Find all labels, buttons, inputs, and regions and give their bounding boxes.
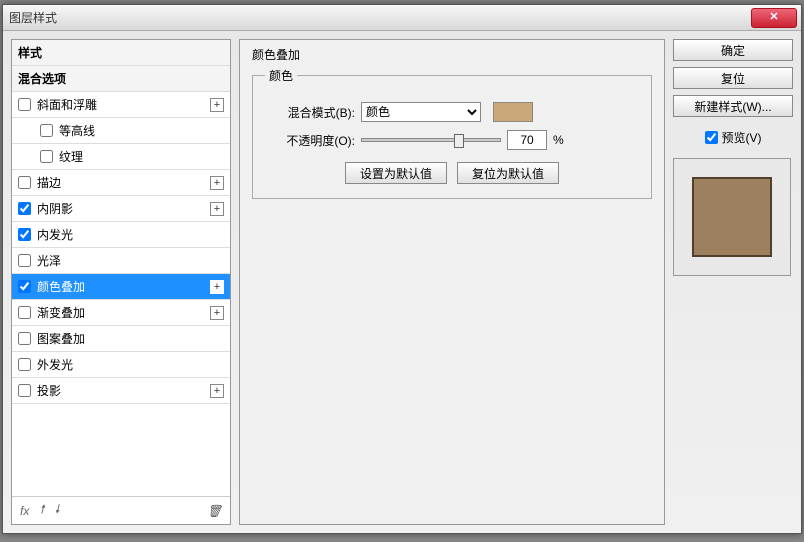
style-item-9[interactable]: 图案叠加	[12, 326, 230, 352]
preview-box	[673, 158, 791, 276]
content-area: 样式 混合选项 斜面和浮雕+等高线纹理描边+内阴影+内发光光泽颜色叠加+渐变叠加…	[3, 31, 801, 533]
opacity-slider[interactable]	[361, 138, 501, 142]
style-item-10[interactable]: 外发光	[12, 352, 230, 378]
style-item-7[interactable]: 颜色叠加+	[12, 274, 230, 300]
color-fieldset: 颜色 混合模式(B): 颜色 不透明度(O): % 设置为默认值 复位为默认值	[252, 67, 652, 199]
style-checkbox[interactable]	[18, 254, 31, 267]
default-buttons: 设置为默认值 复位为默认值	[265, 162, 639, 184]
styles-header[interactable]: 样式	[12, 40, 230, 66]
percent-label: %	[553, 133, 564, 147]
titlebar[interactable]: 图层样式 ✕	[3, 5, 801, 31]
style-checkbox[interactable]	[18, 332, 31, 345]
move-down-icon[interactable]: 🠗	[55, 500, 60, 521]
expand-icon[interactable]: +	[210, 384, 224, 398]
action-panel: 确定 复位 新建样式(W)... 预览(V)	[673, 39, 793, 525]
style-checkbox[interactable]	[18, 306, 31, 319]
style-checkbox[interactable]	[40, 150, 53, 163]
ok-button[interactable]: 确定	[673, 39, 793, 61]
style-checkbox[interactable]	[18, 384, 31, 397]
style-label: 渐变叠加	[37, 304, 210, 321]
style-item-0[interactable]: 斜面和浮雕+	[12, 92, 230, 118]
style-item-5[interactable]: 内发光	[12, 222, 230, 248]
style-item-2[interactable]: 纹理	[12, 144, 230, 170]
style-item-4[interactable]: 内阴影+	[12, 196, 230, 222]
blend-mode-row: 混合模式(B): 颜色	[265, 102, 639, 122]
blend-mode-select[interactable]: 颜色	[361, 102, 481, 122]
window-title: 图层样式	[9, 9, 751, 26]
preview-label: 预览(V)	[722, 129, 762, 146]
reset-default-button[interactable]: 复位为默认值	[457, 162, 559, 184]
settings-panel: 颜色叠加 颜色 混合模式(B): 颜色 不透明度(O): % 设置为默认值 复位…	[239, 39, 665, 525]
expand-icon[interactable]: +	[210, 306, 224, 320]
style-checkbox[interactable]	[18, 176, 31, 189]
color-swatch[interactable]	[493, 102, 533, 122]
style-item-11[interactable]: 投影+	[12, 378, 230, 404]
style-checkbox[interactable]	[18, 98, 31, 111]
style-checkbox[interactable]	[18, 358, 31, 371]
style-item-6[interactable]: 光泽	[12, 248, 230, 274]
cancel-button[interactable]: 复位	[673, 67, 793, 89]
opacity-label: 不透明度(O):	[265, 132, 355, 149]
style-label: 内阴影	[37, 200, 210, 217]
fieldset-legend: 颜色	[265, 67, 297, 84]
style-checkbox[interactable]	[40, 124, 53, 137]
styles-panel: 样式 混合选项 斜面和浮雕+等高线纹理描边+内阴影+内发光光泽颜色叠加+渐变叠加…	[11, 39, 231, 525]
style-label: 等高线	[59, 122, 224, 139]
style-checkbox[interactable]	[18, 202, 31, 215]
style-label: 描边	[37, 174, 210, 191]
style-label: 纹理	[59, 148, 224, 165]
style-item-1[interactable]: 等高线	[12, 118, 230, 144]
style-item-3[interactable]: 描边+	[12, 170, 230, 196]
trash-icon[interactable]: 🗑	[207, 504, 222, 518]
slider-thumb[interactable]	[454, 134, 464, 148]
style-list: 样式 混合选项 斜面和浮雕+等高线纹理描边+内阴影+内发光光泽颜色叠加+渐变叠加…	[12, 40, 230, 496]
close-button[interactable]: ✕	[751, 8, 797, 28]
style-checkbox[interactable]	[18, 280, 31, 293]
move-up-icon[interactable]: 🠕	[39, 500, 44, 521]
style-label: 外发光	[37, 356, 224, 373]
opacity-row: 不透明度(O): %	[265, 130, 639, 150]
style-checkbox[interactable]	[18, 228, 31, 241]
layer-style-dialog: 图层样式 ✕ 样式 混合选项 斜面和浮雕+等高线纹理描边+内阴影+内发光光泽颜色…	[2, 4, 802, 534]
style-list-footer: fx 🠕 🠗 🗑	[12, 496, 230, 524]
style-label: 图案叠加	[37, 330, 224, 347]
style-label: 内发光	[37, 226, 224, 243]
style-label: 颜色叠加	[37, 278, 210, 295]
blend-options-row[interactable]: 混合选项	[12, 66, 230, 92]
fx-icon[interactable]: fx	[20, 504, 29, 518]
style-label: 斜面和浮雕	[37, 96, 210, 113]
preview-checkbox[interactable]	[705, 131, 718, 144]
expand-icon[interactable]: +	[210, 176, 224, 190]
expand-icon[interactable]: +	[210, 98, 224, 112]
opacity-input[interactable]	[507, 130, 547, 150]
style-label: 投影	[37, 382, 210, 399]
style-item-8[interactable]: 渐变叠加+	[12, 300, 230, 326]
preview-swatch	[692, 177, 772, 257]
preview-toggle[interactable]: 预览(V)	[673, 129, 793, 146]
blend-mode-label: 混合模式(B):	[265, 104, 355, 121]
expand-icon[interactable]: +	[210, 202, 224, 216]
set-default-button[interactable]: 设置为默认值	[345, 162, 447, 184]
expand-icon[interactable]: +	[210, 280, 224, 294]
style-label: 光泽	[37, 252, 224, 269]
panel-title: 颜色叠加	[252, 46, 652, 63]
new-style-button[interactable]: 新建样式(W)...	[673, 95, 793, 117]
